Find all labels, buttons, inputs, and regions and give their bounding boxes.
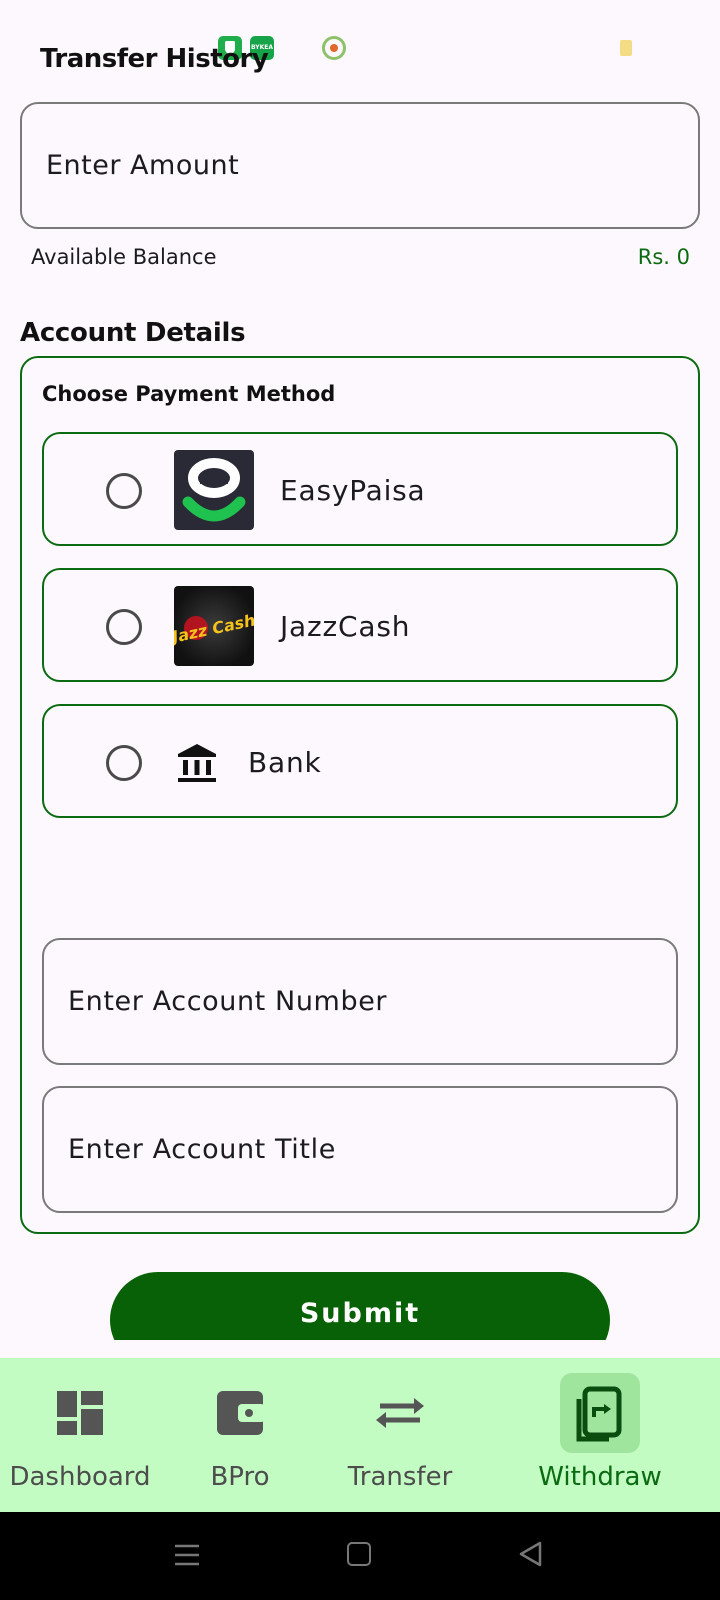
nav-item-bpro[interactable]: BPro — [160, 1358, 320, 1512]
method-label: EasyPaisa — [280, 474, 426, 507]
choose-payment-label: Choose Payment Method — [42, 382, 336, 406]
home-icon[interactable] — [347, 1542, 371, 1566]
method-label: Bank — [248, 746, 322, 779]
account-title-placeholder: Enter Account Title — [68, 1134, 336, 1165]
dashboard-icon — [40, 1373, 120, 1453]
radio-button[interactable] — [106, 473, 142, 509]
payment-option-bank[interactable]: Bank — [42, 704, 678, 818]
bank-icon — [176, 742, 218, 784]
page-title: Transfer History — [40, 44, 269, 74]
nav-label: Withdraw — [538, 1462, 662, 1492]
account-title-input[interactable]: Enter Account Title — [42, 1086, 678, 1213]
nav-item-transfer[interactable]: Transfer — [320, 1358, 480, 1512]
account-number-placeholder: Enter Account Number — [68, 986, 388, 1017]
jazzcash-logo: Jazz Cash — [174, 586, 254, 666]
radio-button[interactable] — [106, 745, 142, 781]
nav-item-withdraw[interactable]: Withdraw — [520, 1358, 680, 1512]
balance-label: Available Balance — [31, 245, 217, 269]
battery-icon — [620, 40, 632, 56]
jazzcash-logo-text: Jazz Cash — [174, 610, 254, 647]
withdraw-icon — [560, 1373, 640, 1453]
payment-option-easypaisa[interactable]: EasyPaisa — [42, 432, 678, 546]
nav-item-dashboard[interactable]: Dashboard — [0, 1358, 160, 1512]
system-nav-bar — [0, 1512, 720, 1600]
ring-icon — [322, 36, 346, 60]
content-clip — [0, 1340, 720, 1358]
transfer-arrows-icon — [360, 1373, 440, 1453]
nav-label: Transfer — [347, 1462, 453, 1492]
wallet-icon — [200, 1373, 280, 1453]
balance-value: Rs. 0 — [637, 245, 690, 269]
section-title: Account Details — [20, 318, 246, 348]
amount-placeholder: Enter Amount — [46, 150, 240, 181]
account-number-input[interactable]: Enter Account Number — [42, 938, 678, 1065]
easypaisa-logo — [174, 450, 254, 530]
payment-option-jazzcash[interactable]: Jazz Cash JazzCash — [42, 568, 678, 682]
nav-label: Dashboard — [9, 1462, 151, 1492]
amount-input[interactable]: Enter Amount — [20, 102, 700, 229]
menu-icon[interactable] — [174, 1542, 200, 1568]
method-label: JazzCash — [280, 610, 411, 643]
back-icon[interactable] — [518, 1541, 544, 1567]
radio-button[interactable] — [106, 609, 142, 645]
nav-label: BPro — [210, 1462, 270, 1492]
bottom-nav: Dashboard BPro Transfer Withdraw — [0, 1358, 720, 1512]
